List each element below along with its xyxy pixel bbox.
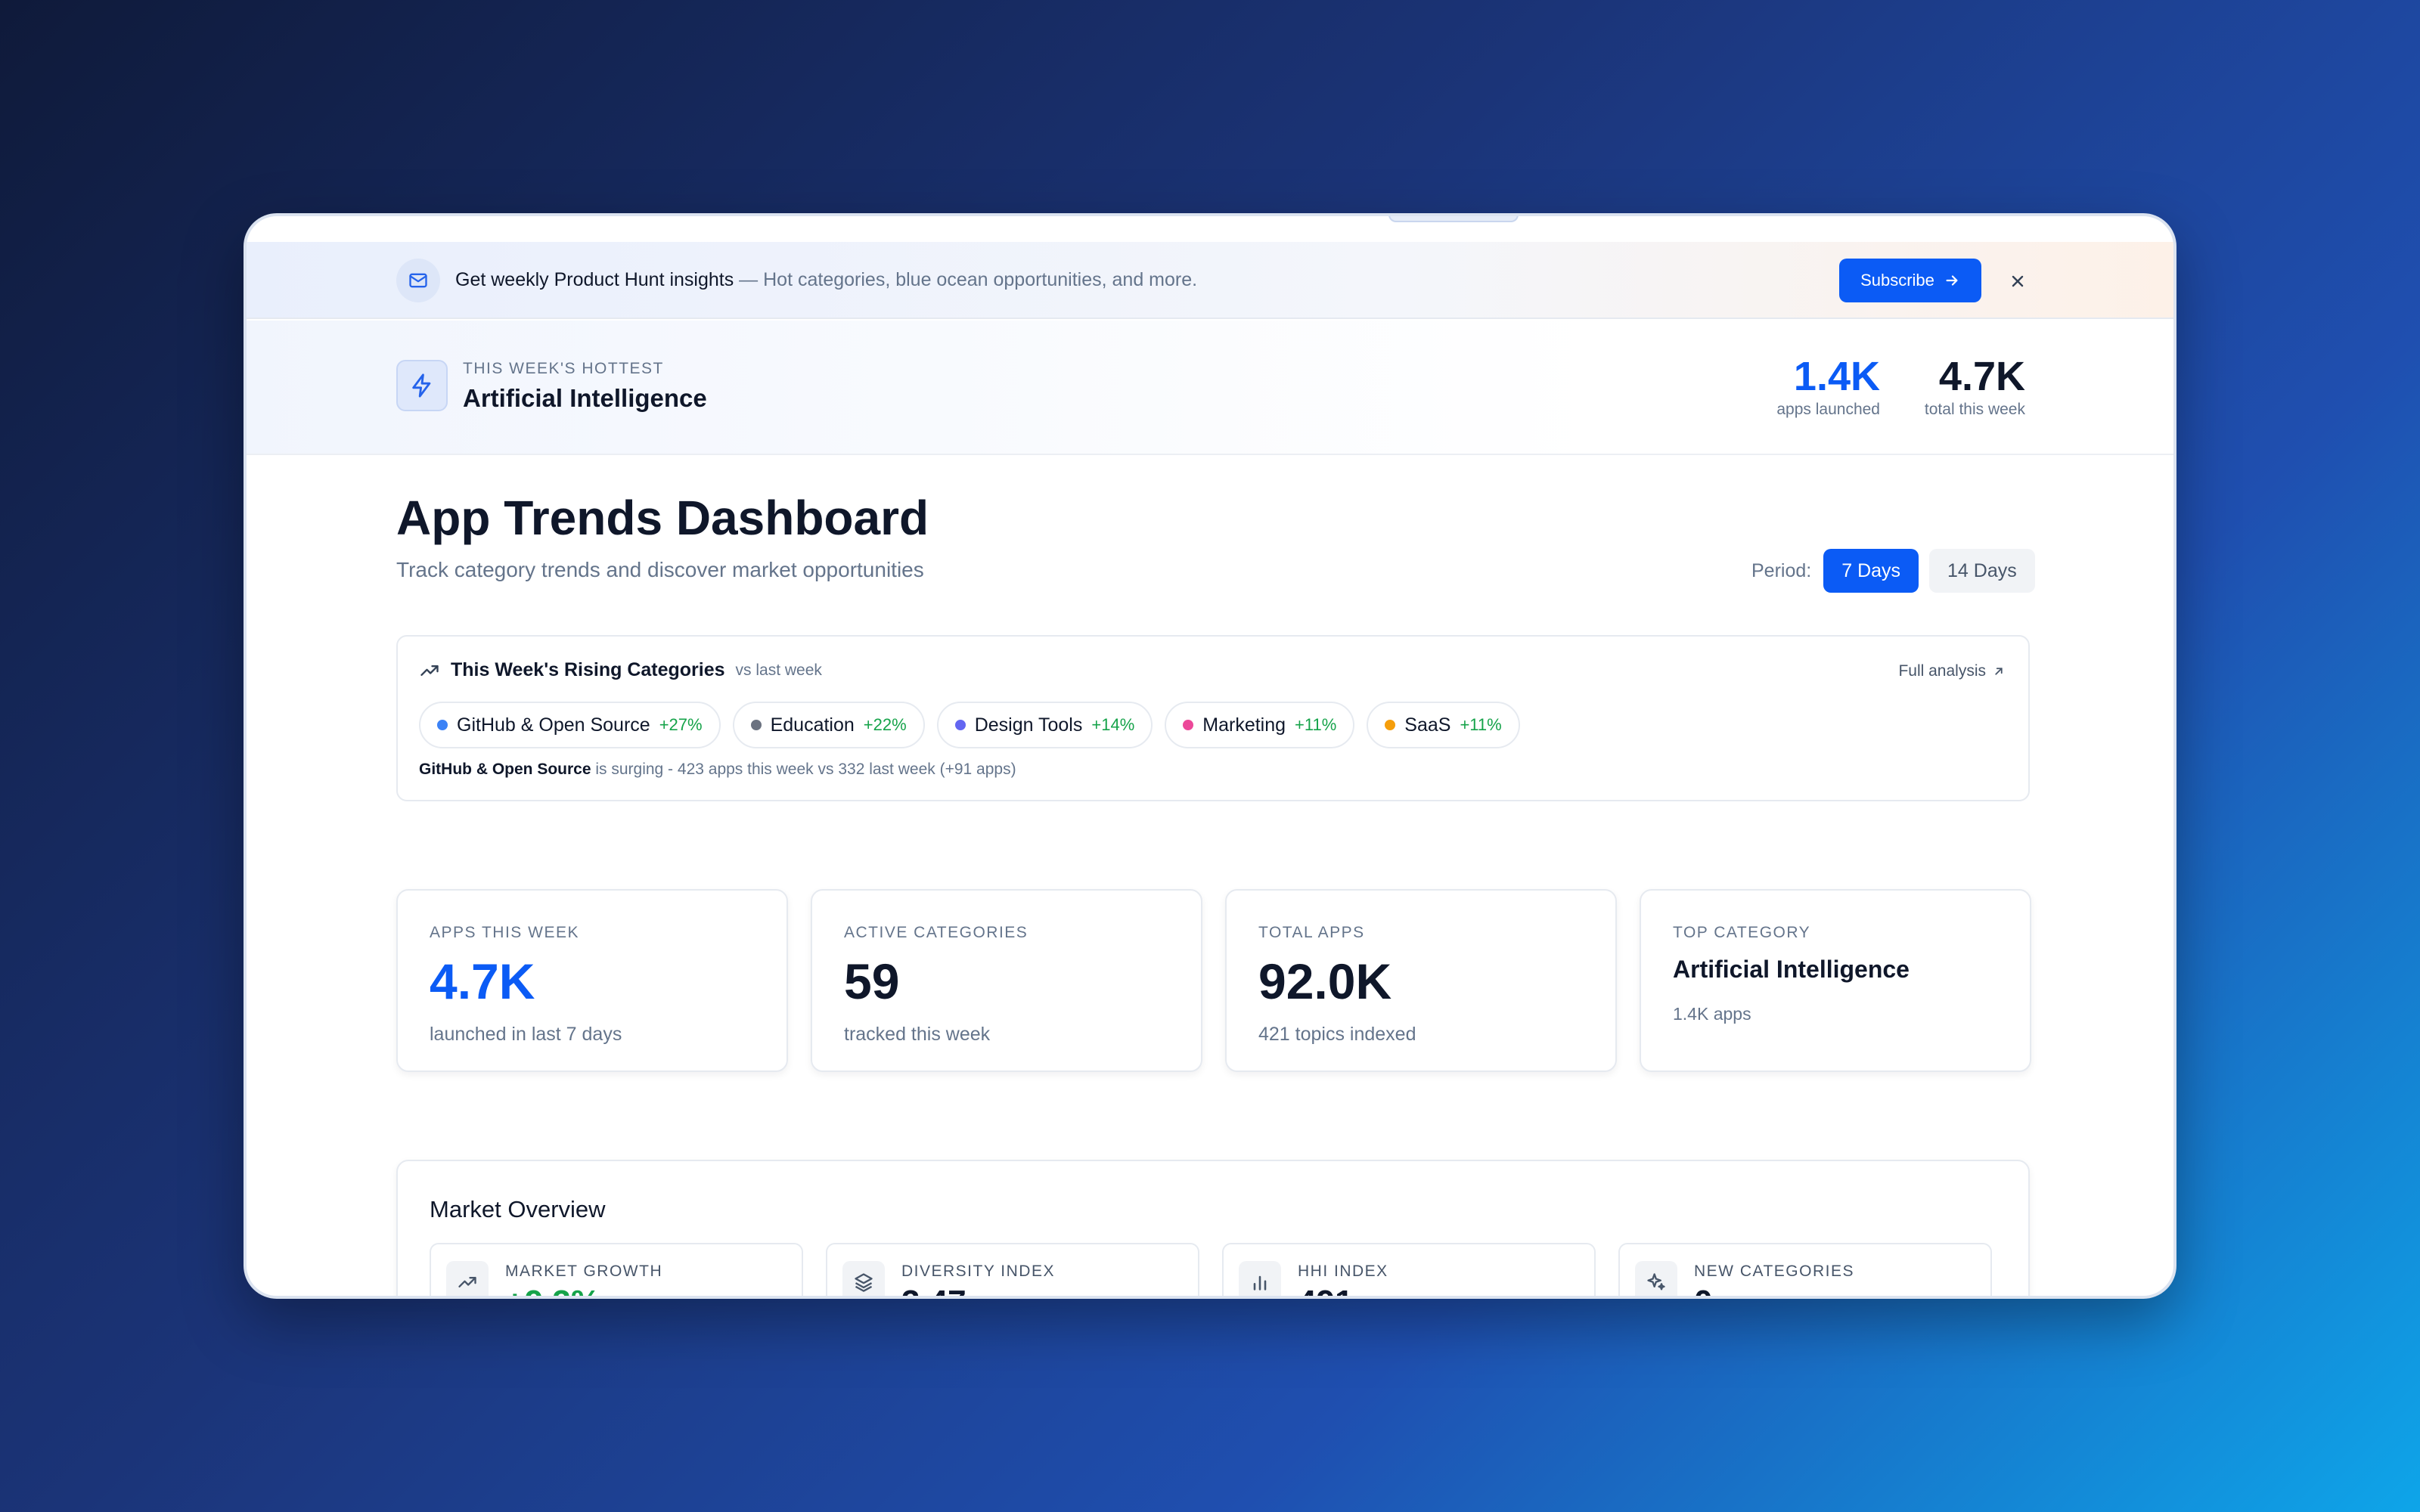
newsletter-banner: Get weekly Product Hunt insights — Hot c… (247, 242, 2173, 319)
market-overview-title: Market Overview (430, 1196, 606, 1222)
mail-icon (396, 259, 440, 302)
chip-github-open-source[interactable]: GitHub & Open Source +27% (419, 702, 721, 748)
lightning-icon (396, 360, 448, 411)
rising-header: This Week's Rising Categories vs last we… (419, 659, 822, 681)
hot-stat-label: total this week (1924, 401, 2025, 418)
chip-change: +11% (1460, 715, 1502, 734)
card-note: launched in last 7 days (430, 1024, 622, 1045)
metric-market-growth: MARKET GROWTH +9.3% (430, 1243, 803, 1296)
rising-categories-panel: This Week's Rising Categories vs last we… (396, 635, 2030, 801)
stat-cards: APPS THIS WEEK 4.7K launched in last 7 d… (396, 889, 2031, 1072)
hottest-category-strip: THIS WEEK'S HOTTEST Artificial Intellige… (247, 321, 2173, 455)
chip-change: +11% (1295, 715, 1337, 734)
chip-dot (954, 720, 966, 730)
card-value: Artificial Intelligence (1673, 956, 1910, 983)
chip-dot (1385, 720, 1396, 730)
card-value: 4.7K (430, 953, 535, 1009)
market-overview-panel: Market Overview MARKET GROWTH +9.3% DIVE… (396, 1160, 2030, 1296)
arrow-right-icon (1946, 275, 1958, 286)
arrow-up-right-icon (1995, 668, 2003, 675)
metric-diversity-index: DIVERSITY INDEX 3.47 (826, 1243, 1199, 1296)
chip-design-tools[interactable]: Design Tools +14% (936, 702, 1153, 748)
banner-subtitle: — Hot categories, blue ocean opportuniti… (734, 269, 1198, 290)
card-label: ACTIVE CATEGORIES (844, 924, 1028, 941)
metric-value: 3.47 (901, 1284, 966, 1296)
chip-name: Education (770, 714, 855, 736)
chip-change: +22% (863, 715, 907, 734)
card-label: TOP CATEGORY (1673, 924, 1811, 941)
chip-dot (437, 720, 448, 730)
rising-note: GitHub & Open Source is surging - 423 ap… (419, 761, 1016, 779)
card-note: 1.4K apps (1673, 1004, 1751, 1024)
close-banner-button[interactable] (2001, 265, 2034, 298)
chip-saas[interactable]: SaaS +11% (1367, 702, 1520, 748)
chip-change: +14% (1091, 715, 1135, 734)
chip-dot (1183, 720, 1194, 730)
card-label: TOTAL APPS (1258, 924, 1365, 941)
window-notch (1388, 216, 1519, 222)
full-analysis-label: Full analysis (1898, 662, 1986, 680)
period-selector: Period: 7 Days 14 Days (1751, 549, 2035, 593)
hot-stat-label: apps launched (1776, 401, 1880, 418)
chip-name: Marketing (1202, 714, 1286, 736)
card-note: 421 topics indexed (1258, 1024, 1416, 1045)
banner-text: Get weekly Product Hunt insights — Hot c… (455, 269, 1197, 291)
rising-note-category: GitHub & Open Source (419, 761, 591, 778)
banner-title: Get weekly Product Hunt insights (455, 269, 734, 290)
trending-up-icon (446, 1261, 489, 1296)
stat-card-total-apps: TOTAL APPS 92.0K 421 topics indexed (1225, 889, 1617, 1072)
rising-chips: GitHub & Open Source +27% Education +22%… (419, 702, 1520, 748)
app-window: Get weekly Product Hunt insights — Hot c… (244, 213, 2176, 1299)
metric-label: DIVERSITY INDEX (901, 1263, 1055, 1280)
sparkles-icon (1635, 1261, 1677, 1296)
page-title: App Trends Dashboard (396, 491, 929, 545)
hot-stat-total-week: 4.7K total this week (1925, 354, 2025, 419)
chip-dot (750, 720, 762, 730)
chip-education[interactable]: Education +22% (732, 702, 925, 748)
metric-label: HHI INDEX (1298, 1263, 1388, 1280)
stat-card-apps-this-week: APPS THIS WEEK 4.7K launched in last 7 d… (396, 889, 788, 1072)
subscribe-label: Subscribe (1860, 271, 1934, 290)
period-14-days-button[interactable]: 14 Days (1929, 549, 2035, 593)
metric-label: NEW CATEGORIES (1694, 1263, 1854, 1280)
subscribe-button[interactable]: Subscribe (1839, 259, 1981, 302)
rising-vs-label: vs last week (735, 661, 822, 679)
stat-card-active-categories: ACTIVE CATEGORIES 59 tracked this week (811, 889, 1202, 1072)
metric-value: +9.3% (505, 1284, 600, 1296)
stat-card-top-category: TOP CATEGORY Artificial Intelligence 1.4… (1640, 889, 2031, 1072)
rising-title: This Week's Rising Categories (451, 659, 725, 680)
page-subtitle: Track category trends and discover marke… (396, 558, 924, 581)
hot-stat-value: 1.4K (1793, 354, 1880, 399)
chip-name: GitHub & Open Source (457, 714, 650, 736)
chip-marketing[interactable]: Marketing +11% (1165, 702, 1355, 748)
close-icon (2012, 275, 2024, 287)
chip-change: +27% (659, 715, 703, 734)
hot-stat-apps-launched: 1.4K apps launched (1776, 354, 1880, 419)
bar-chart-icon (1239, 1261, 1281, 1296)
layers-icon (842, 1261, 885, 1296)
rising-note-text: is surging - 423 apps this week vs 332 l… (591, 761, 1016, 778)
card-note: tracked this week (844, 1024, 991, 1045)
trending-up-icon (420, 665, 439, 676)
period-label: Period: (1751, 559, 1812, 581)
chip-name: Design Tools (974, 714, 1083, 736)
metric-value: 491 (1298, 1284, 1353, 1296)
market-metrics: MARKET GROWTH +9.3% DIVERSITY INDEX 3.47… (430, 1243, 1992, 1296)
chip-name: SaaS (1404, 714, 1451, 736)
metric-label: MARKET GROWTH (505, 1263, 663, 1280)
card-value: 92.0K (1258, 953, 1392, 1009)
metric-new-categories: NEW CATEGORIES 0 (1618, 1243, 1992, 1296)
hottest-title: Artificial Intelligence (463, 384, 707, 412)
card-label: APPS THIS WEEK (430, 924, 579, 941)
metric-value: 0 (1694, 1284, 1712, 1296)
hot-stat-value: 4.7K (1938, 354, 2025, 399)
full-analysis-link[interactable]: Full analysis (1898, 662, 2006, 680)
hottest-label: THIS WEEK'S HOTTEST (463, 360, 664, 377)
metric-hhi-index: HHI INDEX 491 (1222, 1243, 1596, 1296)
card-value: 59 (844, 953, 900, 1009)
period-7-days-button[interactable]: 7 Days (1823, 549, 1919, 593)
